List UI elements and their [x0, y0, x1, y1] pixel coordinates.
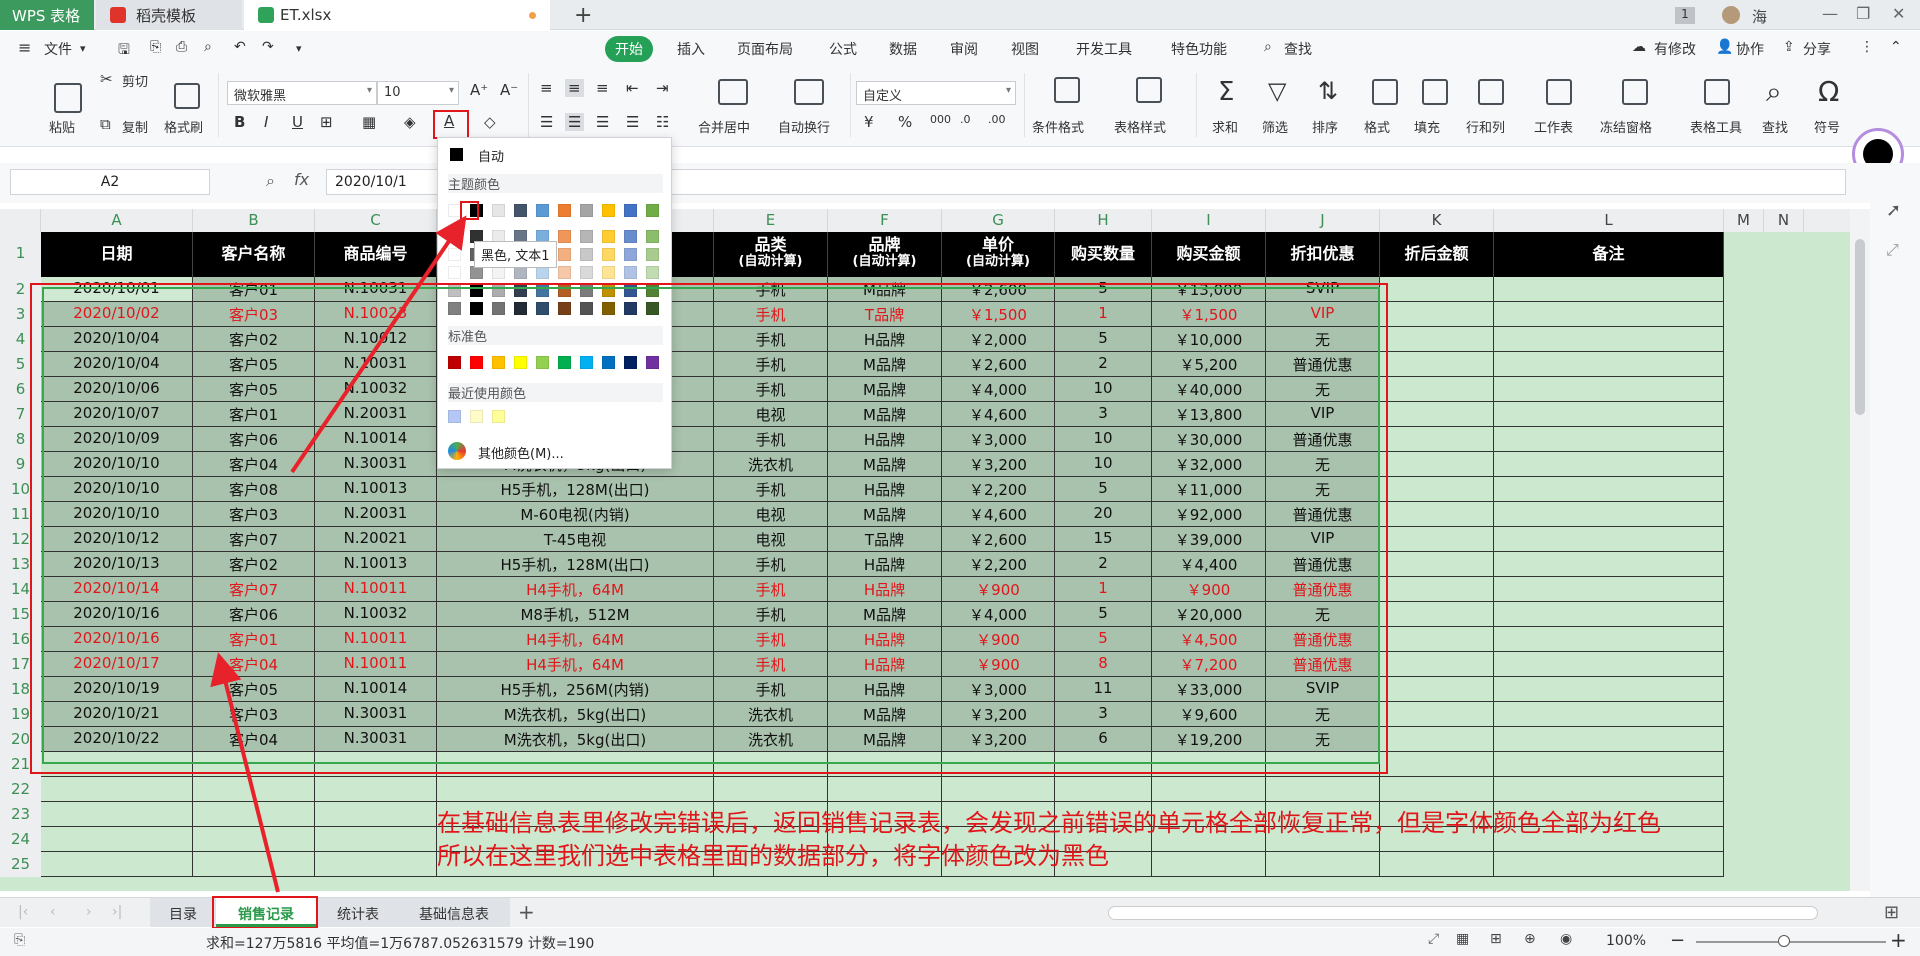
eye-protect-icon[interactable]: ◉ — [1560, 931, 1572, 947]
sheet-tab-catalog[interactable]: 目录 — [150, 898, 216, 927]
annotation-line-2: 所以在这里我们选中表格里面的数据部分，将字体颜色改为黑色 — [437, 842, 1109, 870]
zoom-slider[interactable] — [1696, 941, 1886, 943]
zoom-level[interactable]: 100% — [1606, 933, 1646, 949]
annotation-line-1: 在基础信息表里修改完错误后，返回销售记录表，会发现之前错误的单元格全部恢复正常，… — [437, 809, 1661, 837]
normal-view-icon[interactable]: ▦ — [1456, 931, 1469, 947]
macro-icon[interactable]: ⎘ — [14, 932, 25, 948]
zoom-out-icon[interactable]: − — [1670, 930, 1685, 951]
first-sheet-icon[interactable]: |‹ — [18, 904, 28, 920]
fullscreen-icon[interactable]: ⤢ — [1428, 931, 1439, 947]
sheet-tab-basic-info[interactable]: 基础信息表 — [398, 898, 510, 927]
sheet-tab-bar: |‹ ‹ › ›| 目录 销售记录 统计表 基础信息表 + ⊞ — [0, 896, 1920, 929]
sheet-tab-highlight — [212, 896, 318, 929]
horizontal-scrollbar[interactable] — [1108, 906, 1818, 920]
zoom-slider-thumb[interactable] — [1778, 935, 1790, 947]
status-summary: 求和=127万5816 平均值=1万6787.052631579 计数=190 — [206, 936, 595, 952]
page-break-icon[interactable]: ⊕ — [1524, 931, 1536, 947]
page-layout-icon[interactable]: ⊞ — [1490, 931, 1502, 947]
arrow-to-swatch — [290, 215, 467, 474]
grid-view-icon[interactable]: ⊞ — [1884, 902, 1899, 923]
add-sheet-icon[interactable]: + — [518, 900, 535, 924]
sheet-tab-stats[interactable]: 统计表 — [318, 898, 398, 927]
last-sheet-icon[interactable]: ›| — [112, 904, 122, 920]
zoom-in-icon[interactable]: + — [1890, 928, 1907, 952]
status-bar: ⎘ 求和=127万5816 平均值=1万6787.052631579 计数=19… — [0, 928, 1920, 956]
prev-sheet-icon[interactable]: ‹ — [50, 904, 56, 920]
next-sheet-icon[interactable]: › — [86, 904, 92, 920]
arrow-to-sheet — [210, 652, 280, 893]
